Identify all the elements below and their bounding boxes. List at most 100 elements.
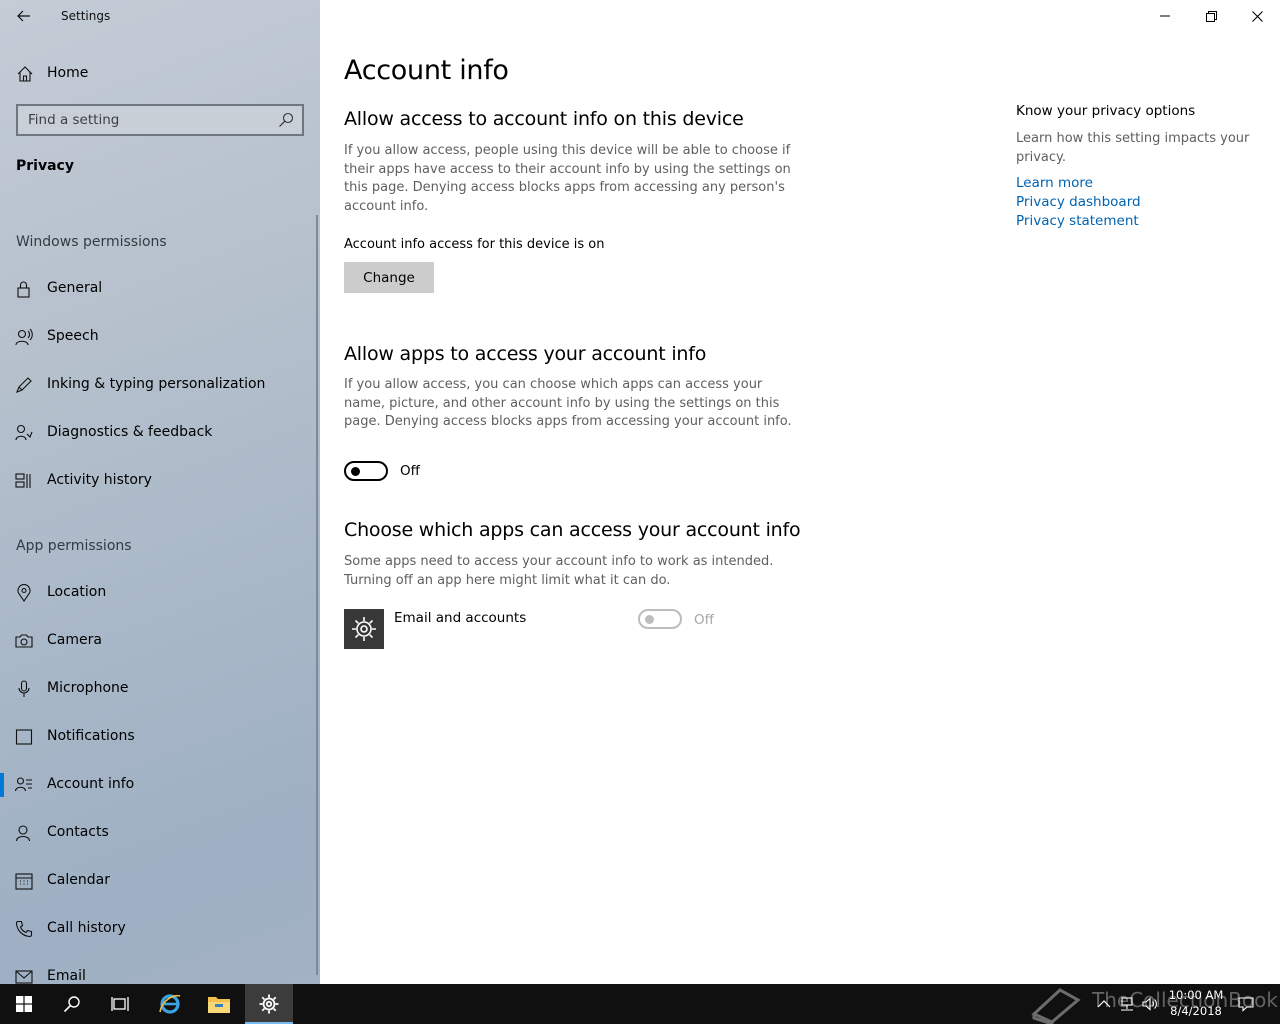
sidebar-item-speech[interactable]: Speech <box>0 317 320 357</box>
lock-icon <box>17 281 30 298</box>
restore-icon <box>1205 10 1217 22</box>
sidebar-item-general[interactable]: General <box>0 269 320 309</box>
device-access-heading: Allow access to account info on this dev… <box>344 108 744 130</box>
learn-more-link[interactable]: Learn more <box>1016 174 1256 193</box>
taskbar-search-button[interactable] <box>48 984 96 1024</box>
sidebar-item-label: Inking & typing personalization <box>47 376 266 392</box>
sidebar-item-label: General <box>47 280 103 296</box>
search-box[interactable] <box>16 104 304 136</box>
device-access-status: Account info access for this device is o… <box>344 237 605 252</box>
sidebar-scrollbar[interactable] <box>316 215 318 975</box>
privacy-dashboard-link[interactable]: Privacy dashboard <box>1016 193 1256 212</box>
sidebar-item-calendar[interactable]: Calendar <box>0 861 320 901</box>
privacy-options-title: Know your privacy options <box>1016 103 1196 119</box>
email-accounts-app-name: Email and accounts <box>394 610 527 626</box>
location-icon <box>17 584 31 602</box>
choose-apps-heading: Choose which apps can access your accoun… <box>344 519 801 541</box>
device-access-description: If you allow access, people using this d… <box>344 143 791 214</box>
contacts-icon <box>15 825 31 842</box>
task-view-button[interactable] <box>96 984 144 1024</box>
clock-time: 10:00 AM <box>1168 988 1224 1002</box>
sidebar-item-label: Location <box>47 584 107 600</box>
search-input[interactable] <box>18 107 268 133</box>
sidebar-item-camera[interactable]: Camera <box>0 621 320 661</box>
call-history-icon <box>15 920 33 938</box>
calendar-icon <box>15 873 33 890</box>
sidebar-item-label: Call history <box>47 920 126 936</box>
sidebar-item-account-info[interactable]: Account info <box>0 765 320 805</box>
sidebar-item-label: Notifications <box>47 728 135 744</box>
change-button[interactable]: Change <box>344 262 434 293</box>
inking-icon <box>16 377 32 393</box>
email-accounts-toggle[interactable] <box>638 609 682 629</box>
nav-home[interactable]: Home <box>0 57 320 89</box>
action-center-icon[interactable] <box>1238 996 1254 1012</box>
search-icon[interactable] <box>278 112 294 128</box>
sidebar-item-label: Account info <box>47 776 135 792</box>
microphone-icon <box>18 680 30 697</box>
sidebar-item-label: Contacts <box>47 824 109 840</box>
sidebar-item-activity-history[interactable]: Activity history <box>0 461 320 501</box>
section-title: Privacy <box>16 158 74 174</box>
sidebar-item-label: Camera <box>47 632 102 648</box>
sidebar-item-label: Email <box>47 968 86 984</box>
apps-access-description: If you allow access, you can choose whic… <box>344 377 792 429</box>
camera-icon <box>15 634 33 648</box>
start-button[interactable] <box>0 984 48 1024</box>
minimize-button[interactable] <box>1142 0 1188 32</box>
speech-icon <box>15 328 33 346</box>
apps-access-toggle[interactable] <box>344 461 388 481</box>
network-icon[interactable] <box>1119 996 1135 1012</box>
toggle-knob <box>351 467 360 476</box>
apps-access-toggle-label: Off <box>400 463 420 479</box>
windows-permissions-header: Windows permissions <box>16 234 167 250</box>
close-icon <box>1251 10 1263 22</box>
internet-explorer-icon <box>159 994 181 1014</box>
sidebar-item-label: Speech <box>47 328 99 344</box>
email-accounts-app-icon <box>344 609 384 649</box>
clock-date: 8/4/2018 <box>1170 1004 1222 1018</box>
sidebar-item-notifications[interactable]: Notifications <box>0 717 320 757</box>
close-button[interactable] <box>1234 0 1280 32</box>
diagnostics-icon <box>15 424 33 441</box>
email-accounts-toggle-label: Off <box>694 612 714 628</box>
sidebar: Settings Home Privacy Windows permission… <box>0 0 320 984</box>
task-view-icon <box>111 997 129 1011</box>
account-info-icon <box>15 777 32 792</box>
main-content: Account info Allow access to account inf… <box>320 0 1280 984</box>
gear-icon <box>259 994 279 1014</box>
sidebar-item-label: Diagnostics & feedback <box>47 424 213 440</box>
edge-browser-button[interactable] <box>146 984 194 1024</box>
sidebar-item-label: Activity history <box>47 472 152 488</box>
sidebar-item-location[interactable]: Location <box>0 573 320 613</box>
privacy-statement-link[interactable]: Privacy statement <box>1016 212 1256 231</box>
restore-button[interactable] <box>1188 0 1234 32</box>
back-button[interactable] <box>10 5 38 27</box>
apps-access-heading: Allow apps to access your account info <box>344 343 707 365</box>
activity-history-icon <box>15 473 31 488</box>
taskbar-clock[interactable]: 10:00 AM 8/4/2018 <box>1166 987 1226 1019</box>
chevron-up-icon[interactable] <box>1096 996 1112 1012</box>
sidebar-item-inking[interactable]: Inking & typing personalization <box>0 365 320 405</box>
sidebar-item-contacts[interactable]: Contacts <box>0 813 320 853</box>
privacy-options-panel: Know your privacy options Learn how this… <box>1016 103 1256 231</box>
folder-icon <box>208 997 230 1013</box>
minimize-icon <box>1160 15 1170 17</box>
sidebar-item-label: Microphone <box>47 680 129 696</box>
page-title: Account info <box>344 55 509 86</box>
sidebar-item-microphone[interactable]: Microphone <box>0 669 320 709</box>
windows-logo-icon <box>16 996 32 1012</box>
back-arrow-icon <box>17 10 30 22</box>
sidebar-item-label: Calendar <box>47 872 110 888</box>
sidebar-item-diagnostics[interactable]: Diagnostics & feedback <box>0 413 320 453</box>
home-icon <box>17 66 33 82</box>
file-explorer-button[interactable] <box>195 984 243 1024</box>
notifications-icon <box>15 729 33 745</box>
sidebar-item-email[interactable]: Email <box>0 957 320 984</box>
choose-apps-description: Some apps need to access your account in… <box>344 554 774 588</box>
sidebar-item-call-history[interactable]: Call history <box>0 909 320 949</box>
email-icon <box>15 970 33 984</box>
volume-icon[interactable] <box>1142 996 1158 1012</box>
settings-taskbar-button[interactable] <box>245 984 293 1024</box>
toggle-knob <box>645 615 654 624</box>
